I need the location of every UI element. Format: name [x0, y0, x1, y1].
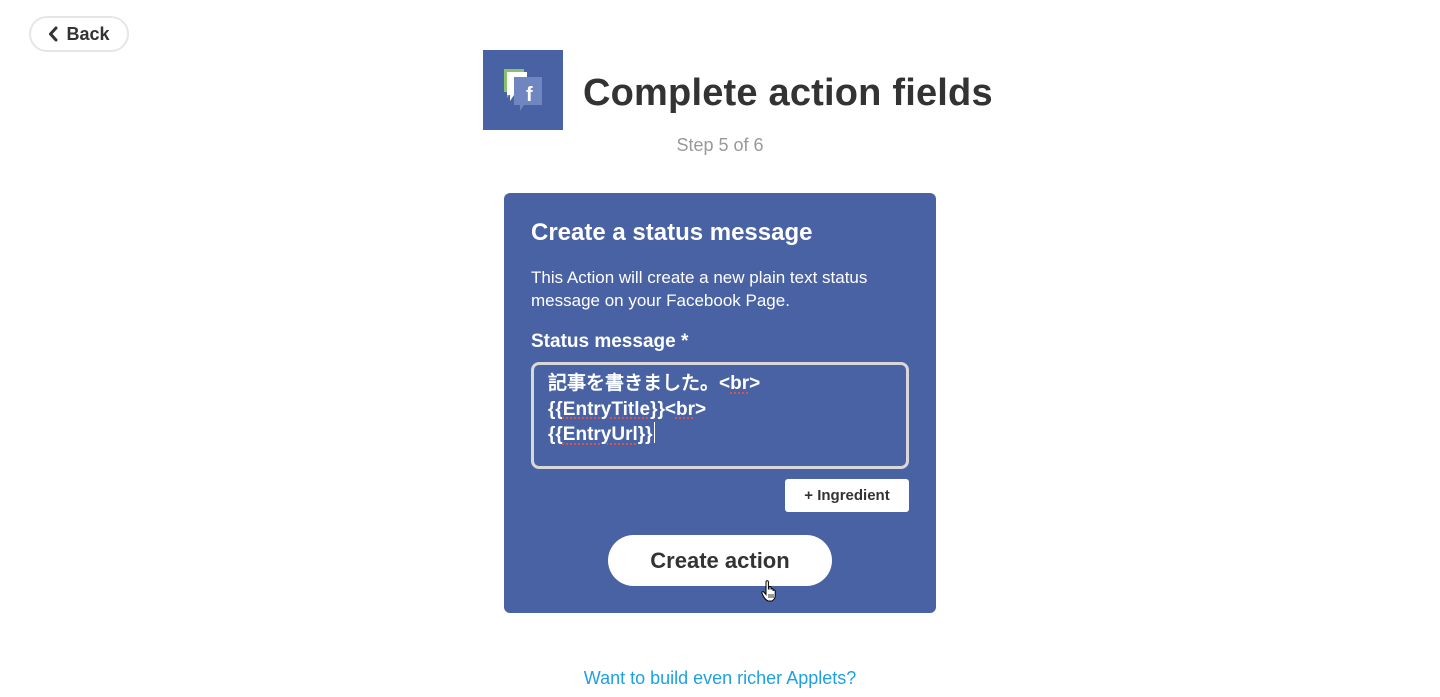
text-caret — [653, 422, 655, 443]
back-label: Back — [66, 23, 110, 44]
add-ingredient-button[interactable]: + Ingredient — [785, 479, 909, 512]
field-line-1: 記事を書きました。<br> — [548, 373, 761, 394]
field-line-3: {{EntryUrl}} — [548, 422, 655, 445]
richer-applets-link[interactable]: Want to build even richer Applets? — [0, 668, 1440, 689]
status-message-label: Status message * — [531, 331, 689, 352]
action-title: Create a status message — [531, 219, 813, 246]
field-line-2: {{EntryTitle}}<br> — [548, 398, 707, 420]
hand-cursor-icon — [761, 580, 777, 602]
facebook-pages-icon: f — [483, 50, 563, 130]
action-description: This Action will create a new plain text… — [531, 268, 868, 310]
page-title: Complete action fields — [583, 72, 993, 114]
status-message-field[interactable]: 記事を書きました。<br> {{EntryTitle}}<br> {{Entry… — [531, 362, 909, 469]
step-indicator: Step 5 of 6 — [676, 135, 764, 155]
svg-text:f: f — [526, 84, 533, 106]
chevron-left-icon — [49, 26, 58, 42]
back-button[interactable]: Back — [29, 16, 129, 52]
action-card: Create a status message This Action will… — [504, 193, 936, 613]
create-action-button[interactable]: Create action — [608, 535, 832, 586]
